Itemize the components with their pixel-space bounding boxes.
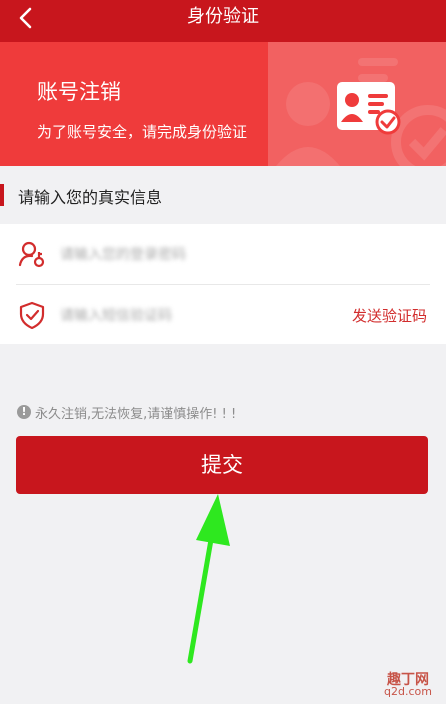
section-heading: 请输入您的真实信息 — [0, 166, 446, 222]
header-bar: 身份验证 — [0, 0, 446, 42]
exclamation-circle-icon: ! — [17, 405, 31, 419]
account-cancel-banner: 账号注销 为了账号安全，请完成身份验证 — [0, 42, 446, 166]
page-title: 身份验证 — [187, 6, 259, 27]
watermark-line2: q2d.com — [384, 685, 432, 698]
password-row — [0, 224, 446, 285]
password-input[interactable] — [58, 242, 302, 268]
section-title: 请输入您的真实信息 — [18, 188, 163, 207]
watermark-logo: 趣丁网 q2d.com — [378, 673, 438, 698]
warning-text: 永久注销,无法恢复,请谨慎操作! ! ! — [35, 406, 237, 422]
shield-check-icon — [19, 301, 45, 329]
submit-button[interactable]: 提交 — [16, 436, 428, 494]
section-accent-bar — [0, 184, 4, 206]
code-row: 发送验证码 — [0, 285, 446, 345]
user-key-icon — [18, 241, 45, 268]
banner-subtitle: 为了账号安全，请完成身份验证 — [37, 123, 248, 141]
banner-title: 账号注销 — [37, 80, 121, 104]
sms-code-input[interactable] — [58, 303, 302, 329]
verification-form: 发送验证码 — [0, 224, 446, 344]
id-card-check-icon — [276, 58, 446, 166]
send-code-button[interactable]: 发送验证码 — [352, 305, 427, 326]
warning-notice: ! 永久注销,无法恢复,请谨慎操作! ! ! — [17, 403, 237, 422]
